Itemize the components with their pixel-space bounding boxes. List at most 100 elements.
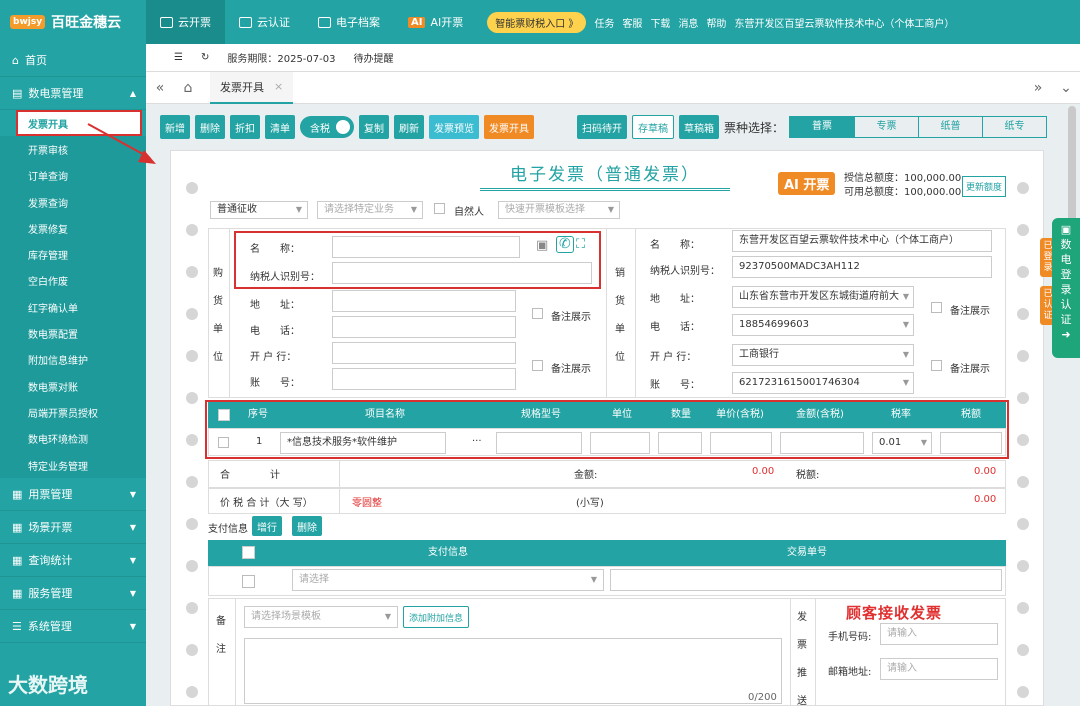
seller-address-select[interactable]: 山东省东营市开发区东城街道府前大 ▼ [732,286,914,308]
sidebar-group-service[interactable]: ▦ 服务管理 ▼ [0,577,146,611]
template-select[interactable]: 快速开票模板选择 ▼ [498,201,620,219]
caret-down-icon: ▼ [129,621,136,631]
close-icon[interactable]: × [274,80,283,93]
list-button[interactable]: 清单 [265,115,295,139]
sidebar-item-invoice-query[interactable]: 发票查询 [0,188,146,216]
payment-select[interactable]: 请选择 ▼ [292,569,604,591]
sidebar-item-reconcile[interactable]: 数电票对账 [0,372,146,400]
seller-phone-select[interactable]: 18854699603 ▼ [732,314,914,336]
save-draft-button[interactable]: 存草稿 [632,115,674,139]
task-link[interactable]: 任务 [594,15,614,30]
delete-row-button[interactable]: 删除 [292,516,322,536]
nav-tab-cloud-auth[interactable]: 云认证 [225,0,304,44]
seller-bank-select[interactable]: 工商银行 ▼ [732,344,914,366]
sidebar-item-repair[interactable]: 发票修复 [0,215,146,242]
seller-name-input[interactable]: 东营开发区百望云票软件技术中心（个体工商户） [732,230,992,252]
delete-button[interactable]: 删除 [195,115,225,139]
add-button[interactable]: 新增 [160,115,190,139]
tax-included-toggle[interactable]: 含税 [300,116,354,138]
type-plain[interactable]: 普票 [790,117,855,137]
type-special[interactable]: 专票 [854,117,918,137]
scene-template-select[interactable]: 请选择场景模板 ▼ [244,606,398,628]
type-paper-plain[interactable]: 纸普 [918,117,982,137]
type-paper-special[interactable]: 纸专 [982,117,1046,137]
sidebar-group-e-invoice[interactable]: ▤ 数电票管理 ▲ [0,77,146,110]
add-row-button[interactable]: 增行 [252,516,282,536]
seller-remark-checkbox-2[interactable] [931,360,942,371]
e-invoice-login-auth-button[interactable]: ▣ 数电登录认证 ➜ [1052,218,1080,358]
copy-button[interactable]: 复制 [359,115,389,139]
service-link[interactable]: 客服 [622,15,642,30]
seller-address-label: 地 址： [650,294,700,305]
help-link[interactable]: 帮助 [706,15,726,30]
draft-box-button[interactable]: 草稿箱 [679,115,719,139]
sidebar-item-void[interactable]: 空白作废 [0,267,146,295]
chevron-down-icon: ▼ [590,575,597,584]
transaction-no-input[interactable] [610,569,1002,591]
nav-tab-cloud-invoice[interactable]: 云开票 [146,0,225,44]
sidebar-item-special-biz[interactable]: 特定业务管理 [0,451,146,479]
seller-account-select[interactable]: 6217231615001746304 ▼ [732,372,914,394]
binding-hole [186,644,198,656]
nav-tab-ai-invoice[interactable]: AI AI开票 [394,0,477,44]
home-icon[interactable]: ⌂ [174,80,202,96]
smart-finance-entry-button[interactable]: 智能票财税入口 》 [487,11,587,33]
special-biz-select[interactable]: 请选择特定业务 ▼ [317,201,423,219]
buyer-bank-input[interactable] [332,342,516,364]
sidebar-item-home[interactable]: ⌂ 首页 [0,44,146,77]
discount-button[interactable]: 折扣 [230,115,260,139]
amount-label: 金额: [574,470,598,481]
buyer-address-input[interactable] [332,290,516,312]
account-menu[interactable]: 东营开发区百望云票软件技术中心（个体工商户） [734,15,954,30]
ai-open-button[interactable]: AI 开票 [778,172,836,195]
chevron-down-icon: ▼ [607,205,614,214]
sidebar-group-system[interactable]: ☰ 系统管理 ▼ [0,610,146,644]
tabs-left-icon[interactable]: « [146,80,174,96]
buyer-remark-checkbox-2[interactable] [532,360,543,371]
update-credit-button[interactable]: 更新额度 [962,176,1007,197]
levy-select[interactable]: 普通征收 ▼ [210,201,308,219]
remark-textarea[interactable] [244,638,782,704]
sidebar-item-stock[interactable]: 库存管理 [0,241,146,268]
mobile-input[interactable]: 请输入 [880,623,998,645]
sidebar-item-extra-info[interactable]: 附加信息维护 [0,346,146,373]
chevron-down-icon: ▼ [384,612,391,621]
nav-tab-archive[interactable]: 电子档案 [304,0,394,44]
email-input[interactable]: 请输入 [880,658,998,680]
auth-icon [239,16,252,28]
buyer-phone-input[interactable] [332,316,516,338]
tab-invoice-issue[interactable]: 发票开具 × [210,71,294,104]
buyer-account-input[interactable] [332,368,516,390]
seller-remark-checkbox-1[interactable] [931,302,942,313]
refresh-button[interactable]: 刷新 [394,115,424,139]
add-extra-info-button[interactable]: 添加附加信息 [403,606,470,628]
seller-taxid-input[interactable]: 92370500MADC3AH112 [732,256,992,278]
chevron-down-icon[interactable]: ⌄ [1052,80,1080,96]
sidebar-group-usage[interactable]: ▦ 用票管理 ▼ [0,478,146,512]
sidebar-item-operator-auth[interactable]: 局端开票员授权 [0,399,146,426]
payment-select-all-checkbox[interactable] [242,546,255,559]
mobile-label: 手机号码: [828,632,872,643]
preview-button[interactable]: 发票预览 [429,115,479,139]
payment-row-checkbox[interactable] [242,575,255,588]
pending-reminder[interactable]: 待办提醒 [353,50,393,65]
sidebar-item-red-confirm[interactable]: 红字确认单 [0,294,146,321]
download-link[interactable]: 下载 [650,15,670,30]
buyer-phone-label: 电 话： [250,326,300,337]
sidebar-group-stats[interactable]: ▦ 查询统计 ▼ [0,544,146,578]
brand-logo[interactable]: bwjsy 百旺金穗云 [0,0,146,44]
scan-pending-button[interactable]: 扫码待开 [577,115,627,139]
issue-invoice-button[interactable]: 发票开具 [484,115,534,139]
sidebar-item-config[interactable]: 数电票配置 [0,320,146,347]
tabs-right-icon[interactable]: » [1024,80,1052,96]
sidebar-item-env-check[interactable]: 数电环境检测 [0,425,146,452]
natural-person-checkbox[interactable] [434,203,445,214]
buyer-remark-checkbox-1[interactable] [532,308,543,319]
invoice-type-label: 票种选择： [724,120,785,135]
menu-toggle-icon[interactable]: ☰ [174,52,183,63]
message-link[interactable]: 消息 [678,15,698,30]
toggle-knob [336,120,350,134]
sidebar-group-scene[interactable]: ▦ 场景开票 ▼ [0,511,146,545]
refresh-icon[interactable]: ↻ [201,52,209,63]
scrollbar[interactable] [1068,106,1076,226]
